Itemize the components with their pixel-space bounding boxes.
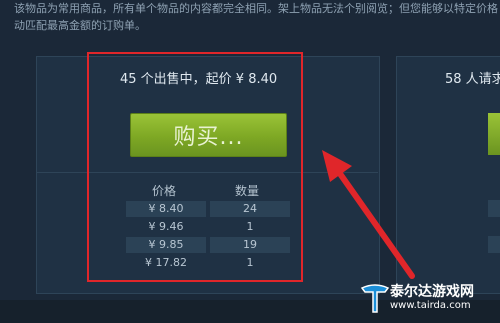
watermark-title: 泰尔达游戏网: [390, 284, 474, 300]
site-watermark: 泰尔达游戏网 www.tairda.com: [358, 280, 500, 316]
watermark-url: www.tairda.com: [390, 300, 471, 311]
watermark-logo-icon: [360, 284, 390, 313]
pointer-arrow-icon: [322, 150, 415, 279]
